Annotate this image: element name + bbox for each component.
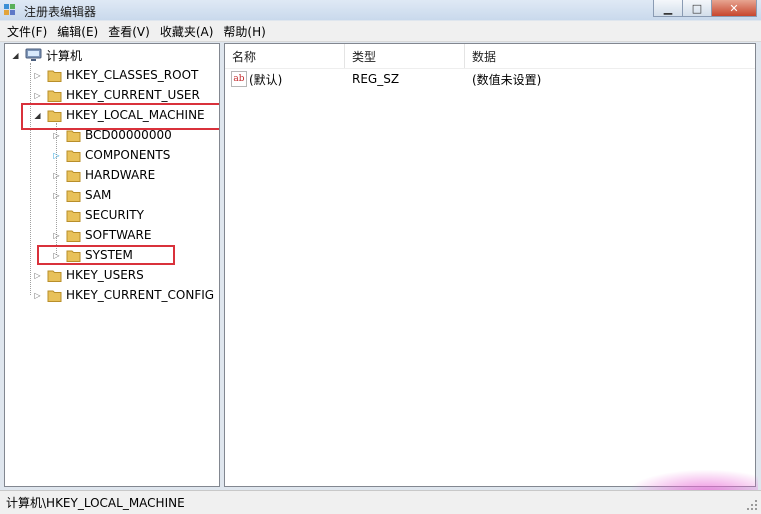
folder-icon <box>66 230 81 242</box>
value-list-pane[interactable]: 名称 类型 数据 ab (默认) REG_SZ (数值未设置) <box>224 43 756 487</box>
expand-arrow-icon[interactable]: ▷ <box>33 285 42 305</box>
tree-label: HKEY_CURRENT_USER <box>66 88 200 102</box>
minimize-icon: ▁ <box>663 1 673 15</box>
expand-arrow-icon[interactable]: ▷ <box>52 145 61 165</box>
maximize-icon: □ <box>691 1 703 15</box>
expand-arrow-icon[interactable]: ▷ <box>33 265 42 285</box>
folder-icon <box>47 90 62 102</box>
expand-arrow-icon[interactable]: ▷ <box>52 165 61 185</box>
tree-label: SECURITY <box>85 208 144 222</box>
value-name: (默认) <box>249 72 283 87</box>
folder-icon <box>66 190 81 202</box>
column-header-type[interactable]: 类型 <box>345 44 465 68</box>
registry-app-icon <box>4 4 15 15</box>
column-header-name[interactable]: 名称 <box>225 44 345 68</box>
value-data: (数值未设置) <box>472 72 542 87</box>
menu-file[interactable]: 文件(F) <box>0 23 52 40</box>
tree-node-security[interactable]: SECURITY <box>52 205 144 225</box>
window-title: 注册表编辑器 <box>24 5 97 19</box>
window-controls: ▁ □ ✕ <box>653 0 757 17</box>
status-path: 计算机\HKEY_LOCAL_MACHINE <box>6 496 185 510</box>
tree-label: SOFTWARE <box>85 228 152 242</box>
menu-view[interactable]: 查看(V) <box>103 23 155 40</box>
ab-string-icon: ab <box>231 71 247 87</box>
tree-node-components[interactable]: ▷ COMPONENTS <box>52 145 170 165</box>
maximize-button[interactable]: □ <box>682 0 712 17</box>
no-expander <box>52 205 61 225</box>
tree-label: HKEY_CURRENT_CONFIG <box>66 288 215 302</box>
value-row[interactable]: ab (默认) REG_SZ (数值未设置) <box>225 69 755 89</box>
tree-label: COMPONENTS <box>85 148 171 162</box>
tree-node-computer[interactable]: ◢ 计算机 <box>11 45 82 65</box>
menu-favorites[interactable]: 收藏夹(A) <box>155 23 219 40</box>
annotation-box-hklm <box>21 103 219 130</box>
folder-icon <box>66 130 81 142</box>
folder-icon <box>66 150 81 162</box>
close-button[interactable]: ✕ <box>711 0 757 17</box>
tree-label: HKEY_USERS <box>66 268 144 282</box>
value-type: REG_SZ <box>352 72 400 86</box>
tree-node-hku[interactable]: ▷ HKEY_USERS <box>33 265 144 285</box>
folder-icon <box>47 70 62 82</box>
tree-node-hardware[interactable]: ▷ HARDWARE <box>52 165 155 185</box>
tree-label: HARDWARE <box>85 168 156 182</box>
expand-arrow-icon[interactable]: ▷ <box>33 85 42 105</box>
expand-arrow-icon[interactable]: ▷ <box>52 185 61 205</box>
tree-label: SAM <box>85 188 112 202</box>
column-header-data[interactable]: 数据 <box>465 44 755 68</box>
folder-icon <box>47 270 62 282</box>
folder-icon <box>47 290 62 302</box>
menu-bar: 文件(F) 编辑(E) 查看(V) 收藏夹(A) 帮助(H) <box>0 21 761 42</box>
tree-label: BCD00000000 <box>85 128 172 142</box>
tree-node-hkcr[interactable]: ▷ HKEY_CLASSES_ROOT <box>33 65 198 85</box>
tree-label-computer: 计算机 <box>46 48 83 63</box>
resize-grip-icon[interactable] <box>746 499 758 511</box>
column-header-row: 名称 类型 数据 <box>225 44 755 69</box>
registry-editor-window: 注册表编辑器 ▁ □ ✕ 文件(F) 编辑(E) 查看(V) 收藏夹(A) 帮助… <box>0 0 761 514</box>
value-name-cell: ab (默认) <box>231 69 282 89</box>
minimize-button[interactable]: ▁ <box>653 0 683 17</box>
tree-node-sam[interactable]: ▷ SAM <box>52 185 111 205</box>
folder-icon <box>66 210 81 222</box>
folder-icon <box>66 170 81 182</box>
tree-label: HKEY_CLASSES_ROOT <box>66 68 199 82</box>
tree-node-software[interactable]: ▷ SOFTWARE <box>52 225 151 245</box>
key-tree-pane[interactable]: ◢ 计算机 ▷ HKEY_CLASSES_ROOT ▷ HKEY_CURRENT… <box>4 43 220 487</box>
annotation-box-system <box>37 245 175 265</box>
tree-node-hkcc[interactable]: ▷ HKEY_CURRENT_CONFIG <box>33 285 214 305</box>
title-bar[interactable]: 注册表编辑器 ▁ □ ✕ <box>0 0 761 20</box>
expand-arrow-icon[interactable]: ▷ <box>33 65 42 85</box>
menu-edit[interactable]: 编辑(E) <box>52 23 103 40</box>
expand-arrow-icon[interactable]: ▷ <box>52 225 61 245</box>
tree-node-hkcu[interactable]: ▷ HKEY_CURRENT_USER <box>33 85 200 105</box>
tree-connector <box>30 63 31 295</box>
menu-help[interactable]: 帮助(H) <box>218 23 270 40</box>
collapse-arrow-icon[interactable]: ◢ <box>11 45 20 65</box>
close-icon: ✕ <box>729 1 739 15</box>
status-bar: 计算机\HKEY_LOCAL_MACHINE <box>0 490 761 514</box>
computer-icon <box>25 48 42 61</box>
